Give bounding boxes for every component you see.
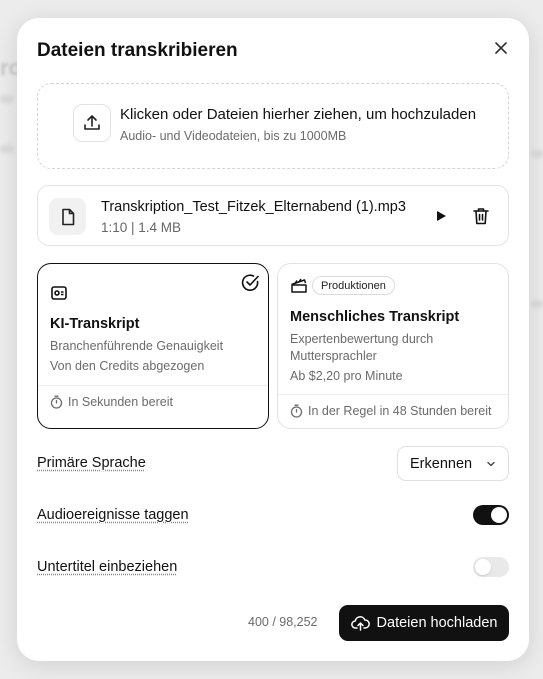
play-icon [437, 211, 446, 221]
background-line [0, 145, 14, 153]
productions-badge: Produktionen [312, 276, 395, 295]
dropzone-title: Klicken oder Dateien hierher ziehen, um … [120, 106, 477, 123]
play-button[interactable] [431, 206, 451, 226]
upload-files-button[interactable]: Dateien hochladen [339, 605, 509, 641]
ai-icon [51, 286, 67, 300]
close-icon [495, 42, 507, 54]
file-icon [61, 208, 74, 225]
file-meta: 1:10 | 1.4 MB [101, 220, 182, 235]
language-select-value: Erkennen [410, 455, 473, 472]
language-select[interactable]: Erkennen [397, 446, 509, 481]
check-circle-icon [241, 274, 259, 291]
ai-option-line2: Von den Credits abgezogen [50, 359, 205, 373]
uploaded-file-card: Transkription_Test_Fitzek_Elternabend (1… [37, 185, 509, 246]
delete-file-button[interactable] [470, 205, 492, 227]
language-label: Primäre Sprache [37, 455, 146, 471]
audio-events-label: Audioereignisse taggen [37, 507, 189, 523]
upload-icon-box [73, 104, 111, 142]
upload-icon [84, 115, 100, 130]
ai-option-eta-text: In Sekunden bereit [68, 395, 173, 409]
audio-events-toggle[interactable] [473, 505, 509, 525]
upload-files-label: Dateien hochladen [376, 615, 498, 631]
dialog-title: Dateien transkribieren [37, 40, 238, 61]
file-icon-box [49, 198, 86, 235]
ai-option-eta: In Sekunden bereit [50, 395, 173, 409]
human-option-title: Menschliches Transkript [290, 309, 460, 325]
human-option-eta: In der Regel in 48 Stunden bereit [290, 404, 491, 418]
credit-counter: 400 / 98,252 [248, 615, 318, 629]
file-dropzone[interactable]: Klicken oder Dateien hierher ziehen, um … [37, 83, 509, 169]
human-option-line1: Expertenbewertung durch Muttersprachler [290, 332, 434, 363]
human-option-line2: Ab $2,20 pro Minute [290, 369, 403, 383]
toggle-knob [475, 559, 491, 575]
file-name: Transkription_Test_Fitzek_Elternabend (1… [101, 199, 406, 215]
toggle-knob [491, 507, 507, 523]
trash-icon [473, 208, 489, 225]
close-button[interactable] [491, 38, 511, 58]
human-option-eta-text: In der Regel in 48 Stunden bereit [308, 404, 492, 418]
background-line [0, 95, 14, 103]
transcribe-dialog: Dateien transkribieren Klicken oder Date… [17, 18, 529, 661]
dropzone-subtitle: Audio- und Videodateien, bis zu 1000MB [120, 129, 347, 143]
ai-option-title: KI-Transkript [50, 316, 140, 332]
option-human-transcript[interactable]: Produktionen Menschliches Transkript Exp… [277, 263, 509, 429]
divider [278, 394, 508, 395]
stopwatch-icon [290, 404, 303, 418]
clapperboard-icon [291, 278, 307, 293]
chevron-down-icon [487, 461, 495, 467]
option-ai-transcript[interactable]: KI-Transkript Branchenführende Genauigke… [37, 263, 269, 429]
divider [38, 385, 268, 386]
ai-option-line1: Branchenführende Genauigkeit [50, 339, 224, 353]
cloud-upload-icon [350, 616, 370, 631]
subtitles-label: Untertitel einbeziehen [37, 559, 178, 575]
background-line [531, 300, 543, 308]
background-line [531, 150, 543, 158]
stopwatch-icon [50, 395, 63, 409]
subtitles-toggle[interactable] [473, 557, 509, 577]
